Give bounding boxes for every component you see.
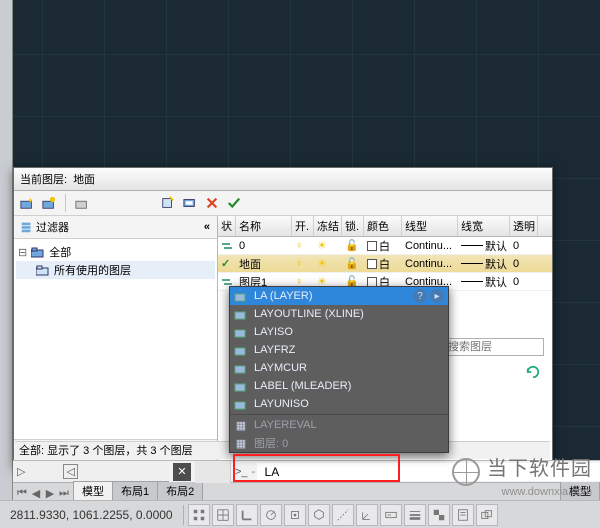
autocomplete-item[interactable]: LAYMCUR — [230, 359, 448, 377]
status-bar: 2811.9330, 1061.2255, 0.0000 — [0, 500, 600, 528]
palette-titlebar[interactable]: 当前图层: 地面 — [14, 168, 552, 191]
autocomplete-sysvar[interactable]: ▦LAYEREVAL — [230, 416, 448, 434]
col-trans[interactable]: 透明 — [510, 216, 538, 236]
col-lock[interactable]: 锁. — [342, 216, 364, 236]
filter-tree[interactable]: ⊟ 全部 所有使用的图层 — [14, 239, 217, 439]
filter-header-label: 过滤器 — [36, 219, 201, 235]
dyn-input-icon[interactable] — [380, 504, 402, 526]
col-freeze[interactable]: 冻结 — [314, 216, 342, 236]
command-icon — [234, 307, 248, 321]
collapse-filter-icon[interactable]: « — [201, 221, 213, 233]
tab-model[interactable]: 模型 — [73, 481, 113, 500]
osnap3d-mode-icon[interactable] — [308, 504, 330, 526]
autocomplete-sysvar[interactable]: ▦图层: 0 — [230, 434, 448, 452]
filter-pane: 过滤器 « ⊟ 全部 所有使用的图层 反转过滤器(I) « — [14, 216, 218, 462]
tree-root[interactable]: ⊟ 全部 — [16, 243, 215, 261]
snap-mode-icon[interactable] — [188, 504, 210, 526]
delete-layer-icon[interactable] — [73, 194, 91, 212]
quickprops-icon[interactable] — [452, 504, 474, 526]
autocomplete-item[interactable]: LAYISO — [230, 323, 448, 341]
autocomplete-item[interactable]: LABEL (MLEADER) — [230, 377, 448, 395]
layer-states-icon[interactable] — [159, 194, 177, 212]
layer-row[interactable]: 0♀☀🔓 白Continu... 默认0 — [218, 237, 552, 255]
col-state[interactable]: 状 — [218, 216, 236, 236]
lineweight-icon[interactable] — [404, 504, 426, 526]
tree-root-label: 全部 — [49, 244, 71, 260]
command-icon — [234, 343, 248, 357]
remove-filter-icon[interactable] — [203, 194, 221, 212]
ucs-triangle-left-icon: ◁ — [63, 464, 77, 479]
selection-cycling-icon[interactable] — [476, 504, 498, 526]
tree-child-label: 所有使用的图层 — [54, 262, 131, 278]
command-icon — [234, 379, 248, 393]
watermark: 当下软件园 www.downxia.com — [452, 452, 592, 498]
layer-search-input[interactable] — [444, 338, 544, 356]
autocomplete-item[interactable]: LAYUNISO — [230, 395, 448, 413]
tab-layout2[interactable]: 布局2 — [157, 481, 203, 500]
tree-child[interactable]: 所有使用的图层 — [16, 261, 215, 279]
new-layer-vp-icon[interactable] — [40, 194, 58, 212]
col-lwt[interactable]: 线宽 — [458, 216, 510, 236]
command-close-icon[interactable]: ✕ — [173, 463, 191, 481]
sysvar-icon: ▦ — [234, 436, 248, 450]
col-name[interactable]: 名称 — [236, 216, 292, 236]
grid-mode-icon[interactable] — [212, 504, 234, 526]
col-ltype[interactable]: 线型 — [402, 216, 458, 236]
col-on[interactable]: 开. — [292, 216, 314, 236]
transparency-icon[interactable] — [428, 504, 450, 526]
autocomplete-item[interactable]: LAYFRZ — [230, 341, 448, 359]
watermark-brand: 当下软件园 — [487, 458, 592, 480]
ducs-mode-icon[interactable] — [356, 504, 378, 526]
ucs-icon-area: ▷ ◁ — [13, 460, 169, 482]
palette-toolbar — [14, 191, 552, 216]
otrack-mode-icon[interactable] — [332, 504, 354, 526]
polar-mode-icon[interactable] — [260, 504, 282, 526]
command-icon — [234, 325, 248, 339]
expand-icon[interactable]: ▸ — [430, 289, 444, 303]
autocomplete-item[interactable]: LAYOUTLINE (XLINE) — [230, 305, 448, 323]
command-icon — [234, 397, 248, 411]
watermark-url: www.downxia.com — [502, 486, 592, 498]
tab-layout1[interactable]: 布局1 — [112, 481, 158, 500]
new-layer-icon[interactable] — [18, 194, 36, 212]
col-color[interactable]: 颜色 — [364, 216, 402, 236]
command-autocomplete: ? ▸ LA (LAYER)LAYOUTLINE (XLINE)LAYISOLA… — [229, 286, 449, 453]
command-prompt-icon: >_ — [231, 466, 252, 478]
tab-last-icon[interactable]: ⏭ — [57, 486, 71, 500]
filter-stack-icon[interactable] — [18, 218, 36, 236]
confirm-icon[interactable] — [225, 194, 243, 212]
palette-title-prefix: 当前图层: — [20, 171, 67, 187]
layer-row[interactable]: ✓地面♀☀🔓 白Continu... 默认0 — [218, 255, 552, 273]
sysvar-icon: ▦ — [234, 418, 248, 432]
coordinates-readout: 2811.9330, 1061.2255, 0.0000 — [4, 508, 179, 522]
command-drag-handle[interactable] — [195, 461, 231, 483]
ortho-mode-icon[interactable] — [236, 504, 258, 526]
palette-dock-strip[interactable] — [0, 0, 13, 528]
layer-filter-icon[interactable] — [181, 194, 199, 212]
globe-icon — [452, 458, 480, 486]
command-icon — [234, 289, 248, 303]
settings-refresh-icon[interactable] — [524, 363, 542, 381]
command-icon — [234, 361, 248, 375]
palette-current-layer: 地面 — [73, 171, 95, 187]
tab-prev-icon[interactable]: ◀ — [29, 486, 43, 500]
layer-search-wrap — [444, 338, 544, 356]
tab-next-icon[interactable]: ▶ — [43, 486, 57, 500]
osnap-mode-icon[interactable] — [284, 504, 306, 526]
help-icon[interactable]: ? — [413, 289, 427, 303]
tab-first-icon[interactable]: ⏮ — [15, 486, 29, 500]
ucs-triangle-right-icon: ▷ — [17, 465, 25, 478]
